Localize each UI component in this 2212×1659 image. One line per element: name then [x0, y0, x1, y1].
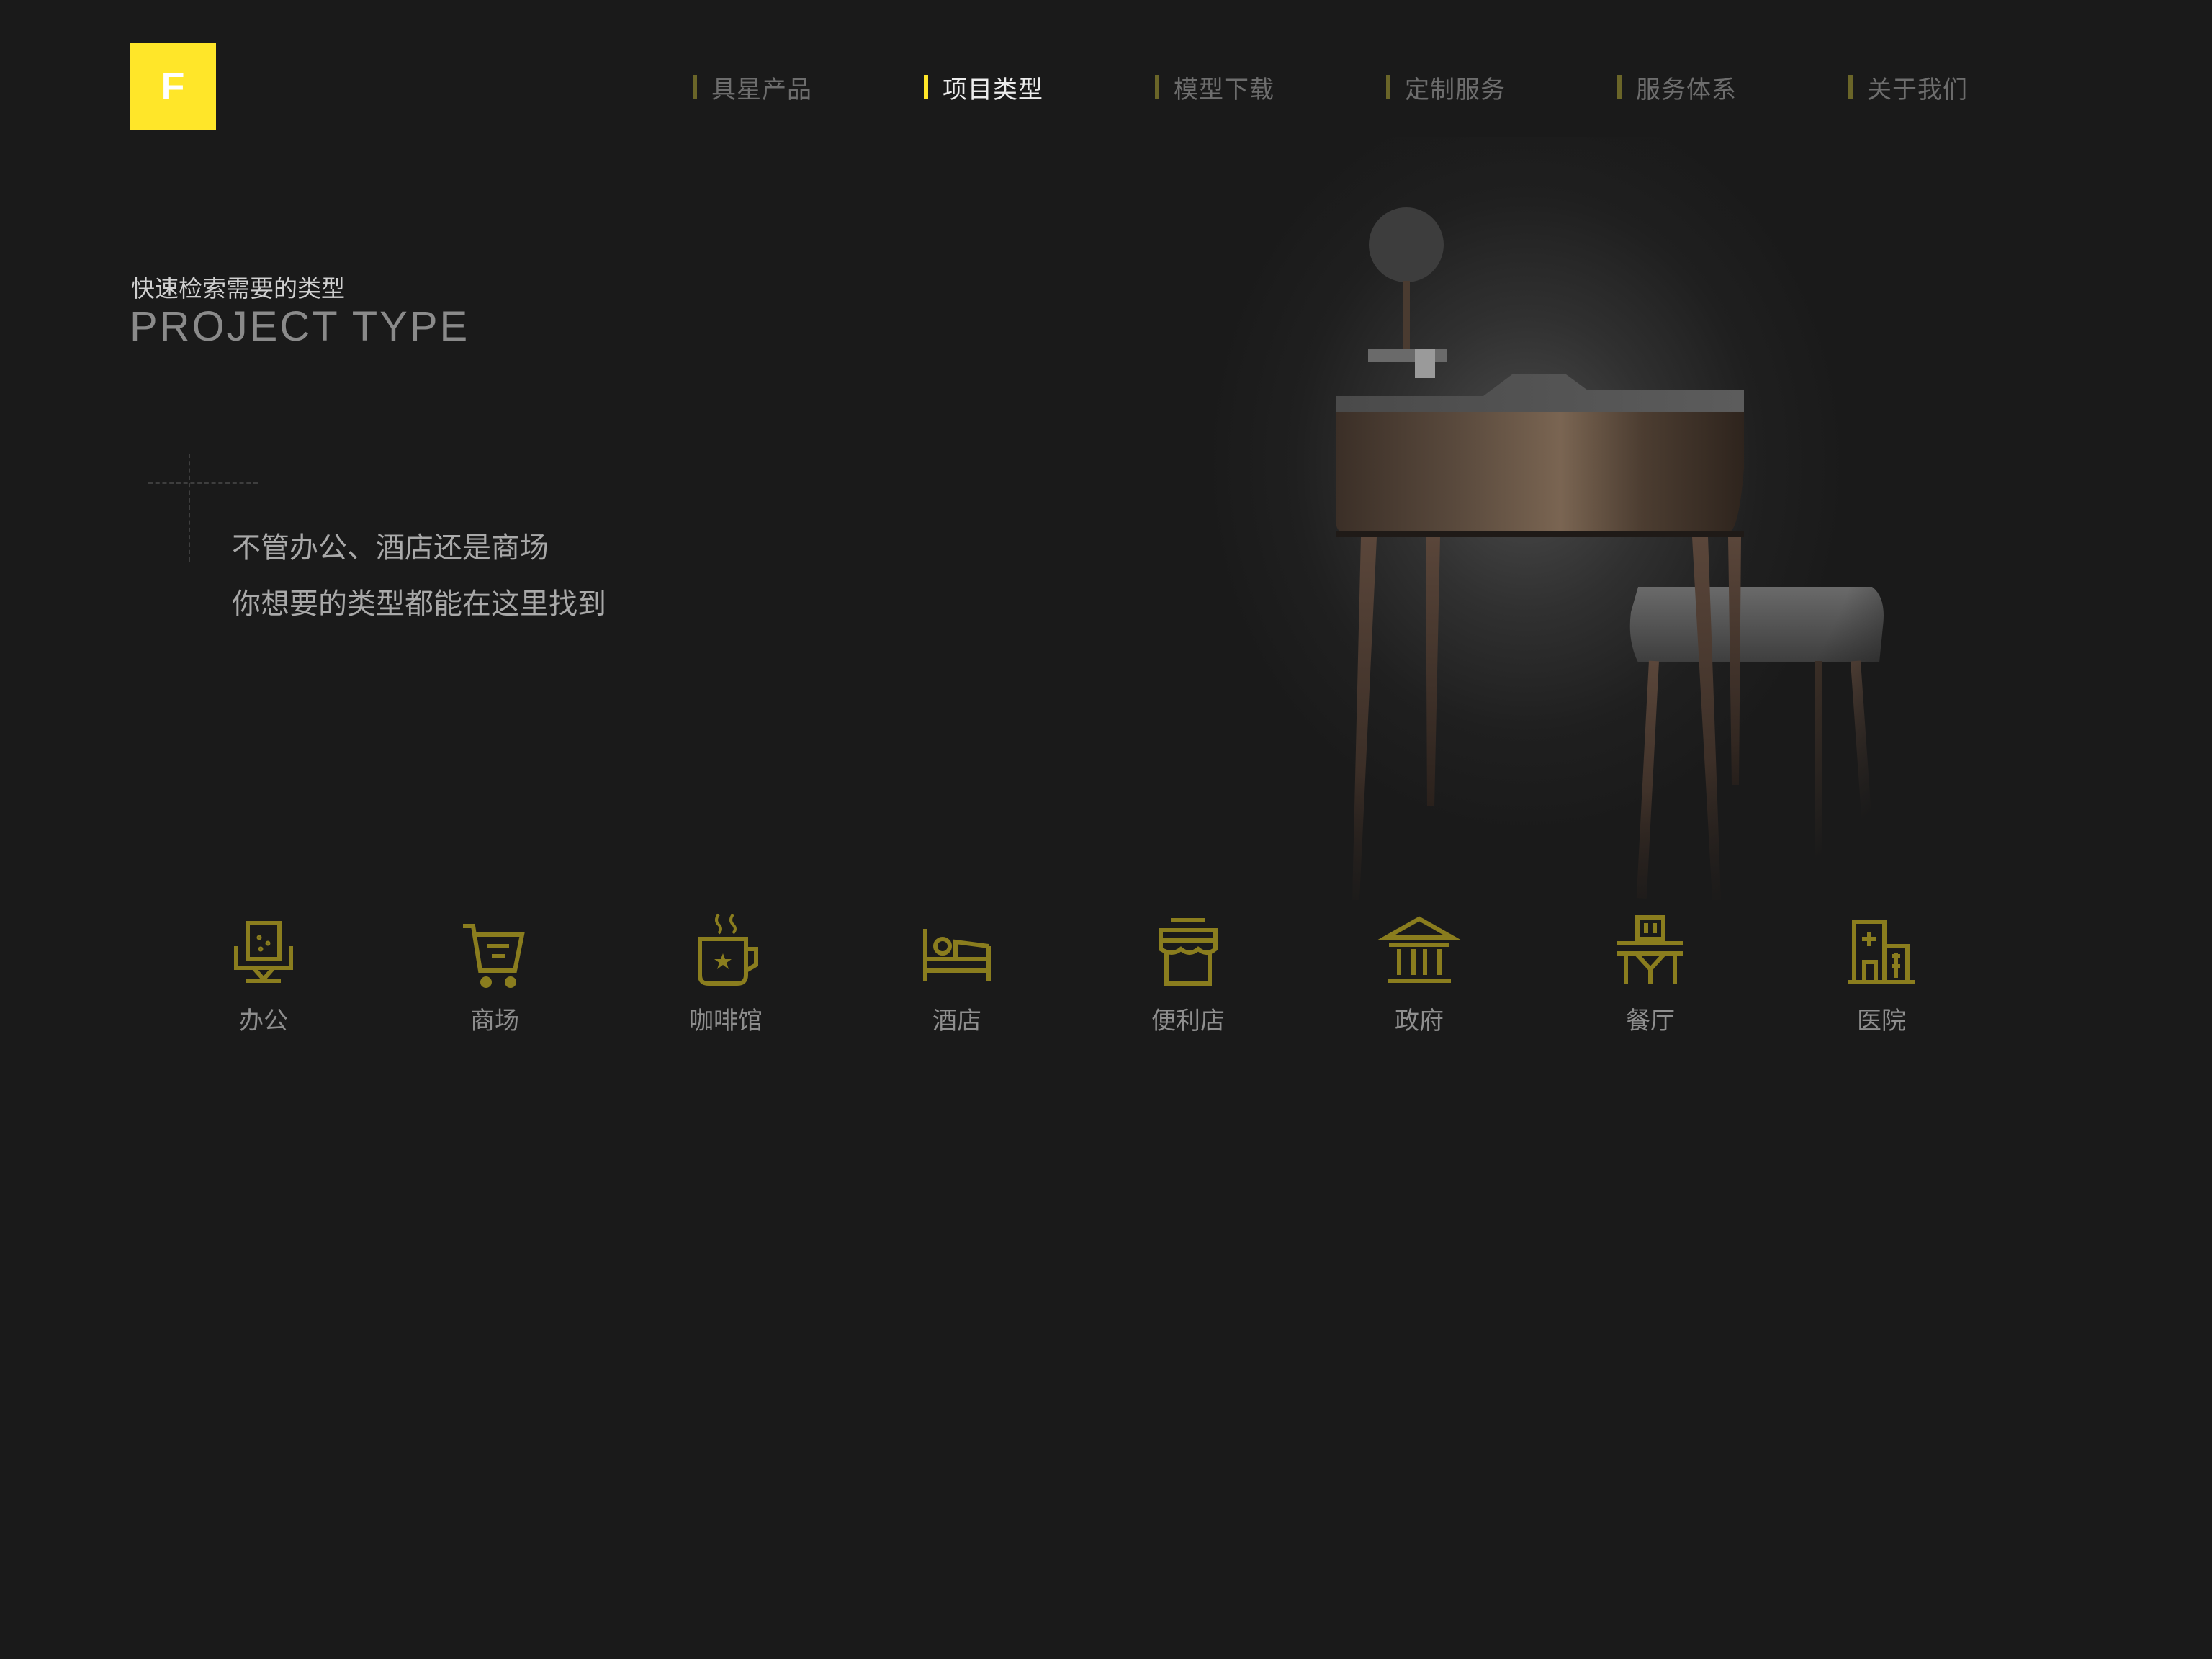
nav-indicator	[693, 75, 697, 99]
nav-indicator	[1386, 75, 1390, 99]
nav-label: 项目类型	[943, 75, 1043, 104]
hospital-icon	[1838, 909, 1925, 995]
category-label: 餐厅	[1626, 1007, 1675, 1035]
category-hospital[interactable]: 医院	[1809, 909, 1954, 1053]
nav-indicator	[1617, 75, 1622, 99]
nav-label: 定制服务	[1405, 75, 1506, 104]
category-convenience-store[interactable]: 便利店	[1116, 909, 1260, 1053]
restaurant-table-icon	[1607, 909, 1694, 995]
nav-item-service-system[interactable]: 服务体系	[1617, 69, 1737, 105]
nav-item-products[interactable]: 具星产品	[693, 69, 812, 105]
description-line-2: 你想要的类型都能在这里找到	[232, 588, 606, 621]
category-label: 咖啡馆	[689, 1007, 763, 1035]
nav-item-model-download[interactable]: 模型下载	[1155, 69, 1274, 105]
category-label: 医院	[1857, 1007, 1906, 1035]
category-label: 便利店	[1151, 1007, 1225, 1035]
category-label: 办公	[239, 1007, 288, 1035]
office-chair-icon	[220, 909, 307, 995]
nav-label: 服务体系	[1636, 75, 1737, 104]
hotel-bed-icon	[914, 909, 1000, 995]
description-line-1: 不管办公、酒店还是商场	[232, 531, 549, 565]
crosshair-decoration-vertical	[189, 454, 190, 562]
page: F 具星产品 项目类型 模型下载 定制服务 服务体系 关于我们 快速检索需要的类…	[0, 0, 2212, 1659]
category-hotel[interactable]: 酒店	[885, 909, 1029, 1053]
category-label: 酒店	[932, 1007, 981, 1035]
nav-item-project-type[interactable]: 项目类型	[924, 69, 1043, 105]
government-building-icon	[1376, 909, 1462, 995]
nav-label: 模型下载	[1174, 75, 1274, 104]
shopping-cart-icon	[451, 909, 538, 995]
category-mall[interactable]: 商场	[423, 909, 567, 1053]
desk-and-stool-photo	[1123, 137, 1930, 914]
category-label: 政府	[1395, 1007, 1444, 1035]
nav-label: 关于我们	[1867, 75, 1968, 104]
hero-image	[1123, 137, 1930, 914]
nav-indicator	[1155, 75, 1159, 99]
category-government[interactable]: 政府	[1347, 909, 1491, 1053]
section-title: PROJECT TYPE	[130, 303, 470, 350]
nav-indicator	[924, 75, 928, 99]
category-label: 商场	[470, 1007, 519, 1035]
coffee-cup-icon	[683, 909, 769, 995]
category-office[interactable]: 办公	[192, 909, 336, 1053]
category-cafe[interactable]: 咖啡馆	[654, 909, 798, 1053]
main-nav: 具星产品 项目类型 模型下载 定制服务 服务体系 关于我们	[0, 69, 2212, 105]
nav-label: 具星产品	[711, 75, 812, 104]
nav-item-about-us[interactable]: 关于我们	[1848, 69, 1968, 105]
nav-indicator	[1848, 75, 1853, 99]
storefront-icon	[1145, 909, 1231, 995]
section-subtitle: 快速检索需要的类型	[131, 274, 345, 302]
category-restaurant[interactable]: 餐厅	[1578, 909, 1722, 1053]
crosshair-decoration-horizontal	[148, 482, 258, 484]
nav-item-custom-service[interactable]: 定制服务	[1386, 69, 1506, 105]
